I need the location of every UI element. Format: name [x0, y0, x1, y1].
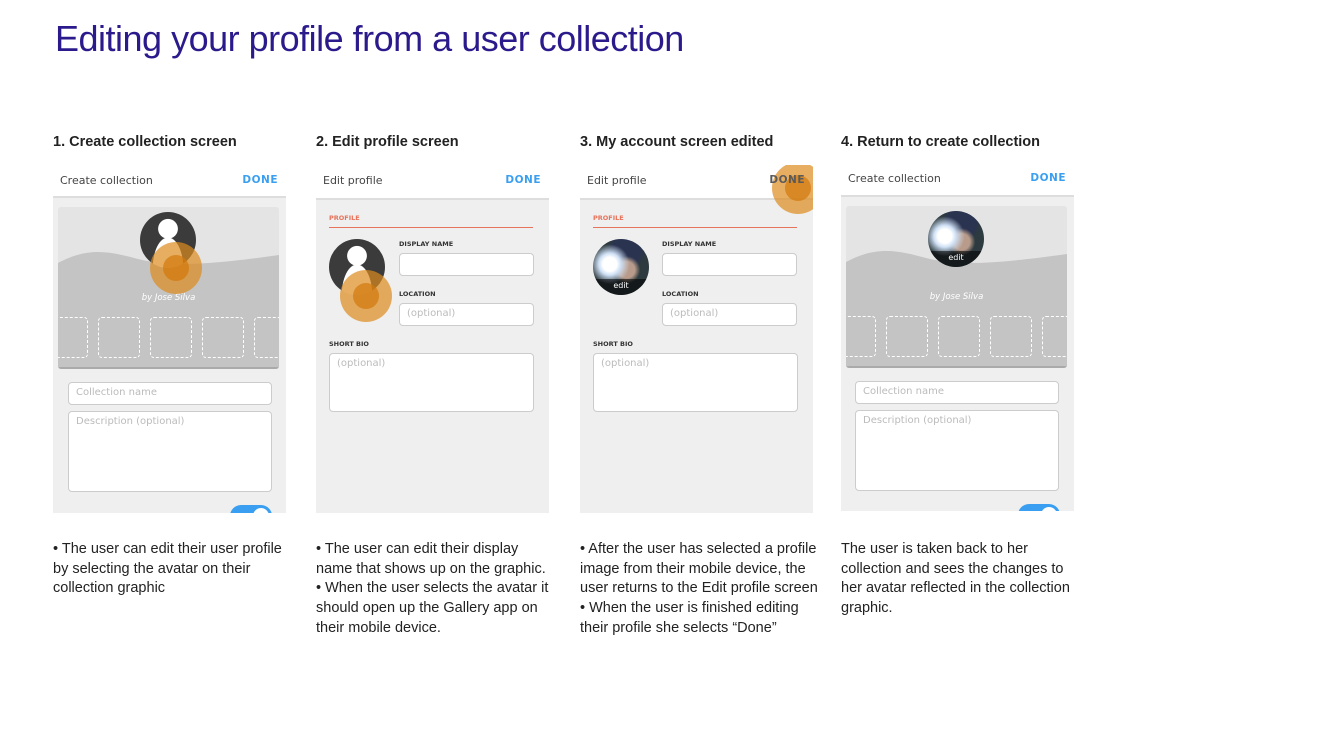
location-input[interactable]: (optional) [662, 303, 797, 326]
step-2: 2. Edit profile screen Edit profile DONE… [316, 134, 566, 639]
collection-name-input[interactable]: Collection name [68, 382, 272, 405]
done-button[interactable]: DONE [242, 174, 278, 186]
screen-header: Create collection DONE [53, 165, 286, 198]
description-line: • The user can edit their user profile b… [53, 541, 282, 597]
location-label: LOCATION [399, 290, 436, 298]
description-line: • The user can edit their display name t… [316, 541, 546, 577]
byline: by Jose Silva [929, 292, 984, 302]
avatar-edit-label: edit [593, 279, 649, 295]
edit-profile-mockup: Edit profile DONE PROFILE DISPLAY NAME L… [316, 165, 549, 513]
step-description: The user is taken back to her collection… [841, 540, 1081, 619]
description-line: The user is taken back to her collection… [841, 541, 1070, 617]
item-slot [254, 317, 279, 358]
byline: by Jose Silva [141, 293, 196, 303]
item-slot [990, 316, 1032, 357]
done-button[interactable]: DONE [1030, 172, 1066, 184]
done-button[interactable]: DONE [505, 174, 541, 186]
display-name-input[interactable] [662, 253, 797, 276]
bio-input[interactable]: (optional) [593, 353, 798, 412]
bio-label: SHORT BIO [593, 340, 633, 348]
description-input[interactable]: Description (optional) [855, 410, 1059, 491]
item-slot [150, 317, 192, 358]
display-name-label: DISPLAY NAME [662, 240, 717, 248]
screen-title: Create collection [60, 174, 153, 187]
description-line: • When the user selects the avatar it sh… [316, 580, 549, 636]
step-description: • The user can edit their user profile b… [53, 540, 293, 599]
step-heading: 2. Edit profile screen [316, 134, 459, 150]
description-line: • After the user has selected a profile … [580, 541, 818, 597]
step-heading: 3. My account screen edited [580, 134, 774, 150]
step-description: • The user can edit their display name t… [316, 540, 556, 639]
screen-title: Edit profile [323, 174, 383, 187]
step-4: 4. Return to create collection Create co… [841, 134, 1091, 619]
display-name-label: DISPLAY NAME [399, 240, 454, 248]
touch-indicator [340, 270, 392, 322]
screen-header: Edit profile DONE [316, 165, 549, 200]
toggle-switch[interactable] [230, 505, 272, 513]
location-input[interactable]: (optional) [399, 303, 534, 326]
create-collection-mockup: Create collection DONE by Jose Silva Col… [53, 165, 286, 513]
step-1: 1. Create collection screen Create colle… [53, 134, 303, 599]
toggle-switch[interactable] [1018, 504, 1060, 511]
item-slot [1042, 316, 1067, 357]
bio-label: SHORT BIO [329, 340, 369, 348]
avatar-button[interactable]: edit [593, 239, 649, 295]
step-description: • After the user has selected a profile … [580, 540, 820, 639]
page-title: Editing your profile from a user collect… [55, 18, 684, 59]
step-heading: 4. Return to create collection [841, 134, 1041, 150]
location-label: LOCATION [662, 290, 699, 298]
step-3: 3. My account screen edited Edit profile… [580, 134, 830, 639]
step-heading: 1. Create collection screen [53, 134, 237, 150]
done-button[interactable]: DONE [769, 174, 805, 186]
touch-indicator [772, 165, 813, 214]
item-slot [886, 316, 928, 357]
section-label: PROFILE [593, 214, 797, 228]
edit-profile-edited-mockup: Edit profile DONE PROFILE edit DISPLAY N… [580, 165, 813, 513]
avatar-button[interactable]: edit [928, 211, 984, 267]
screen-title: Create collection [848, 172, 941, 185]
item-slot [202, 317, 244, 358]
section-label: PROFILE [329, 214, 533, 228]
item-slot [846, 316, 876, 357]
bio-input[interactable]: (optional) [329, 353, 534, 412]
item-slot [938, 316, 980, 357]
create-collection-updated-mockup: Create collection DONE by Jose Silva edi… [841, 165, 1074, 511]
screen-header: Create collection DONE [841, 165, 1074, 197]
collection-name-input[interactable]: Collection name [855, 381, 1059, 404]
item-slot [58, 317, 88, 358]
avatar-edit-label: edit [928, 251, 984, 267]
description-input[interactable]: Description (optional) [68, 411, 272, 492]
display-name-input[interactable] [399, 253, 534, 276]
touch-indicator [150, 242, 202, 294]
item-slot [98, 317, 140, 358]
screen-title: Edit profile [587, 174, 647, 187]
description-line: • When the user is finished editing thei… [580, 600, 799, 636]
